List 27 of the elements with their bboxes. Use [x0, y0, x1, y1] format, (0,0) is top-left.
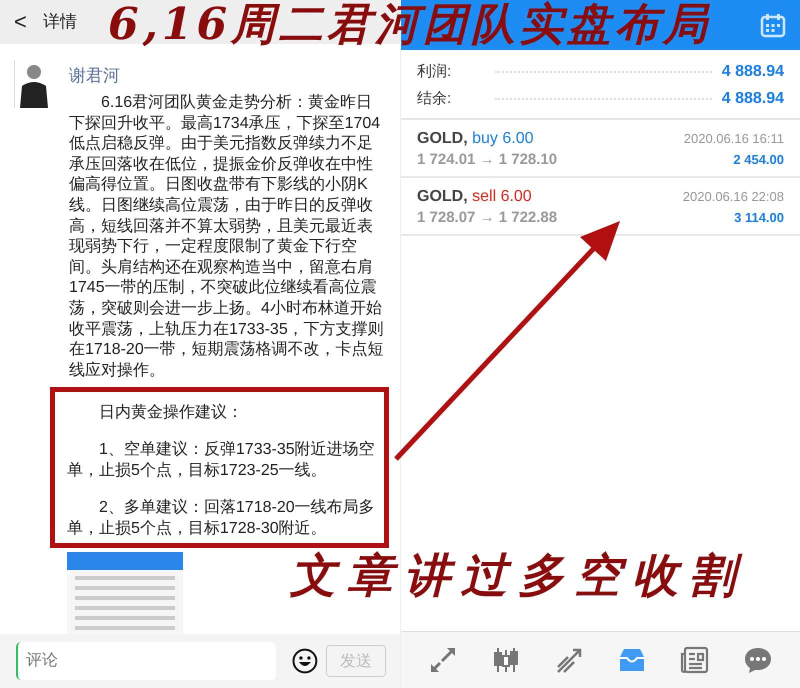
trade-profit: 2 454.00 [733, 152, 784, 167]
screenshot-thumbnail[interactable] [67, 552, 183, 634]
overlay-caption: 文章讲过多空收割 [290, 548, 746, 602]
page-title: 详情 [42, 11, 77, 34]
calendar-icon[interactable] [760, 12, 786, 38]
news-icon[interactable] [680, 645, 710, 675]
post-text: 6.16君河团队黄金走势分析：黄金昨日下探回升收平。最高1734承压，下探至1704低点启稳反弹。由于美元指数反弹续力不足承压回落收在低位，提振金价反弹收在中性偏高得位置。日图收盘带有下影线的小阴K线。日图继续高位震荡，由于昨日的反弹收高，短线回落并不算太弱势，且美元最近表现弱势下行，一定程度限制了黄金下行空间。头肩结构还在观察构造当中，留意右肩1745一带的压制，不突破此位继续看高位震荡，突破则会进一步上扬。4小时布林道开始收平震荡，上轨压力在1733-35，下方支撑则在1718-20一带，短期震荡格调不改，卡点短线应对操作。 [69, 92, 385, 381]
comment-field[interactable]: 评论 [16, 642, 276, 680]
summary-value: 4 888.94 [722, 62, 784, 80]
summary-label: 结余: [417, 89, 452, 108]
back-button[interactable]: < [14, 8, 27, 35]
advice-text: 日内黄金操作建议： [98, 402, 244, 424]
chat-icon[interactable] [743, 645, 774, 675]
summary-label: 利润: [417, 62, 452, 81]
trade-profit: 3 114.00 [734, 210, 784, 225]
summary-value: 4 888.94 [722, 90, 784, 108]
advice-text: 1、空单建议：反弹1733-35附近进场空单，止损5个点，目标1723-25一线。 [67, 440, 376, 482]
trade-time: 2020.06.16 16:11 [684, 131, 784, 146]
smiley-icon[interactable] [292, 648, 318, 674]
trade-title: GOLD, buy 6.00 [417, 130, 534, 148]
trade-row[interactable]: GOLD, buy 6.00 2020.06.16 16:11 1 724.01 → 1 728.10 2 454.00 [401, 120, 800, 178]
author-name[interactable]: 谢君河 [69, 64, 387, 87]
trade-title: GOLD, sell 6.00 [417, 188, 532, 206]
trade-prices: 1 728.07 → 1 722.88 [417, 209, 558, 226]
advice-text: 2、多单建议：回落1718-20一线布局多单，止损5个点，目标1728-30附近。 [67, 498, 376, 540]
trade-prices: 1 724.01 → 1 728.10 [417, 151, 558, 168]
trade-time: 2020.06.16 22:08 [682, 189, 784, 204]
